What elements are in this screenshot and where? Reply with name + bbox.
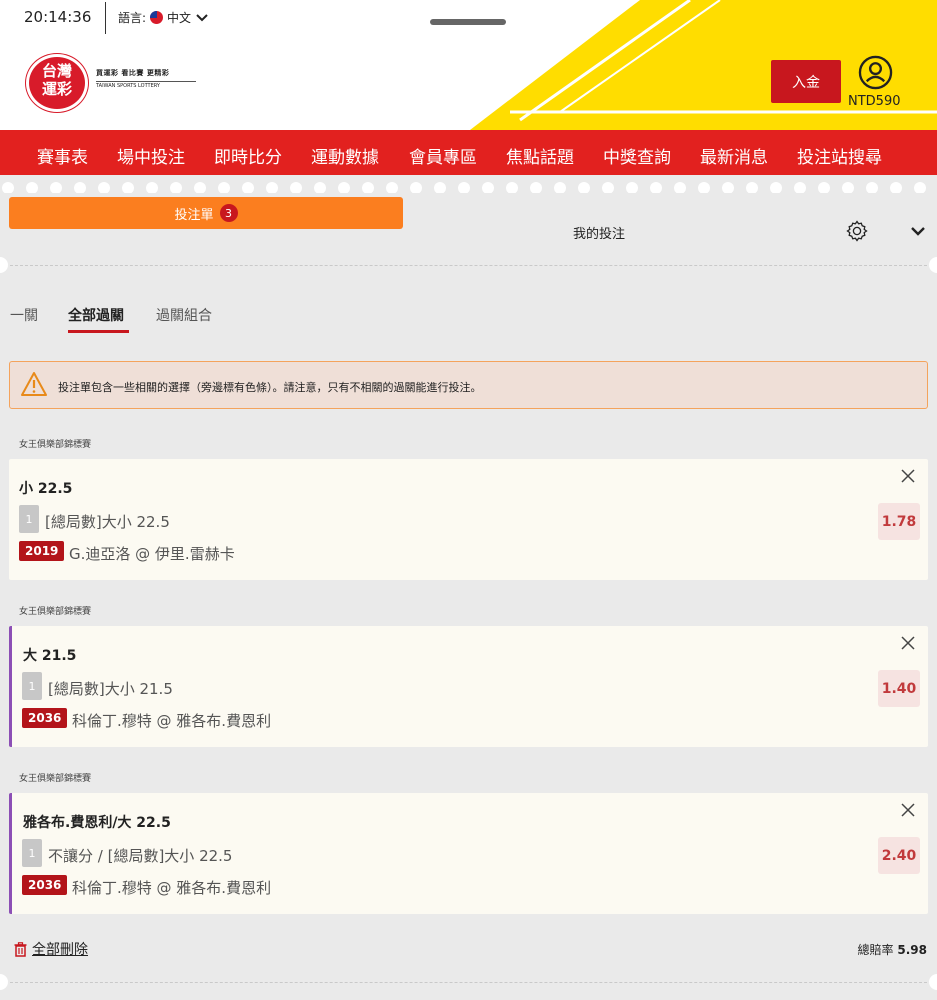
delete-all-label: 全部刪除 <box>32 942 88 958</box>
delete-all-button[interactable]: 全部刪除 <box>14 939 88 959</box>
nav-item-store-search[interactable]: 投注站搜尋 <box>797 143 882 168</box>
league-name: 女王俱樂部錦標賽 <box>19 607 92 617</box>
leg-number: 1 <box>22 839 42 867</box>
status-divider <box>105 2 106 34</box>
active-tab-underline <box>68 330 129 333</box>
tab-all-parlay[interactable]: 全部過關 <box>68 305 124 325</box>
leg-number: 1 <box>19 505 39 533</box>
bet-card: 雅各布.費恩利/大 22.5 1 不讓分 / [總局數]大小 22.5 2036… <box>9 793 928 914</box>
match-teams: 科倫丁.穆特 @ 雅各布.費恩利 <box>72 712 272 730</box>
tab-my-bets[interactable]: 我的投注 <box>573 223 625 242</box>
tab-parlay-combo[interactable]: 過關組合 <box>156 305 212 325</box>
match-teams: G.迪亞洛 @ 伊里.雷赫卡 <box>69 545 235 563</box>
bet-pick: 雅各布.費恩利/大 22.5 <box>23 815 171 831</box>
deposit-button[interactable]: 入金 <box>771 60 841 103</box>
bet-card: 大 21.5 1 [總局數]大小 21.5 2036 科倫丁.穆特 @ 雅各布.… <box>9 626 928 747</box>
match-code-badge: 2036 <box>22 708 68 728</box>
status-time: 20:14:36 <box>24 8 92 26</box>
nav-item-live-score[interactable]: 即時比分 <box>214 143 282 168</box>
leg-number: 1 <box>22 672 42 700</box>
language-selector[interactable]: 語言: 中文 <box>118 9 209 26</box>
match-code-badge: 2036 <box>22 875 68 895</box>
divider <box>0 265 937 266</box>
league-name: 女王俱樂部錦標賽 <box>19 774 92 784</box>
close-icon[interactable] <box>900 635 916 651</box>
close-icon[interactable] <box>900 468 916 484</box>
nav-item-schedule[interactable]: 賽事表 <box>37 143 88 168</box>
bet-market: [總局數]大小 21.5 <box>48 680 173 698</box>
main-nav: 賽事表 場中投注 即時比分 運動數據 會員專區 焦點話題 中獎查詢 最新消息 投… <box>0 130 937 175</box>
odds-value: 2.40 <box>878 837 920 874</box>
bet-market: 不讓分 / [總局數]大小 22.5 <box>48 847 233 865</box>
league-name: 女王俱樂部錦標賽 <box>19 440 92 450</box>
bet-pick: 小 22.5 <box>19 481 73 497</box>
bet-card: 小 22.5 1 [總局數]大小 22.5 2019 G.迪亞洛 @ 伊里.雷赫… <box>9 459 928 580</box>
drag-handle[interactable] <box>430 19 506 25</box>
divider <box>0 982 937 983</box>
notch-right <box>929 257 937 273</box>
notch-left <box>0 974 8 990</box>
account-balance: NTD590 <box>848 94 901 109</box>
match-teams: 科倫丁.穆特 @ 雅各布.費恩利 <box>72 879 272 897</box>
brand-subtitle: TAIWAN SPORTS LOTTERY <box>96 81 196 89</box>
odds-value: 1.40 <box>878 670 920 707</box>
scallop-edge <box>0 175 937 193</box>
nav-item-news[interactable]: 最新消息 <box>700 143 768 168</box>
betslip-panel: 投注單 3 我的投注 一關 全部過關 過關組合 投注單包含一些相關的選擇（旁邊標… <box>0 175 937 1000</box>
tab-betslip-label: 投注單 <box>174 207 214 223</box>
nav-item-member[interactable]: 會員專區 <box>409 143 477 168</box>
nav-item-live-betting[interactable]: 場中投注 <box>117 143 185 168</box>
notch-left <box>0 257 8 273</box>
nav-item-topics[interactable]: 焦點話題 <box>506 143 574 168</box>
language-label: 語言: <box>118 11 147 25</box>
tab-single[interactable]: 一關 <box>10 305 38 325</box>
user-icon[interactable] <box>858 55 893 90</box>
app-header: 20:14:36 語言: 中文 台灣 運彩 買運彩 看比賽 更精彩 TAIWAN … <box>0 0 937 130</box>
trash-icon <box>14 941 27 957</box>
logo-text: 台灣 運彩 <box>41 62 72 98</box>
brand-tagline: 買運彩 看比賽 更精彩 <box>96 69 170 77</box>
betslip-count-badge: 3 <box>219 204 238 222</box>
total-odds: 總賠率 5.98 <box>858 941 927 958</box>
match-code-badge: 2019 <box>19 541 65 561</box>
odds-value: 1.78 <box>878 503 920 540</box>
nav-item-sports-data[interactable]: 運動數據 <box>311 143 379 168</box>
gear-icon[interactable] <box>845 219 869 243</box>
collapse-chevron-icon[interactable] <box>910 223 926 239</box>
warning-icon <box>21 372 47 396</box>
tab-betslip[interactable]: 投注單 3 <box>9 197 403 229</box>
brand-logo[interactable]: 台灣 運彩 <box>26 54 88 112</box>
total-odds-value: 5.98 <box>897 943 927 957</box>
flag-icon <box>150 11 164 24</box>
bet-pick: 大 21.5 <box>23 648 77 664</box>
nav-item-results[interactable]: 中獎查詢 <box>603 143 671 168</box>
related-selection-warning: 投注單包含一些相關的選擇（旁邊標有色條）。請注意，只有不相關的過關能進行投注。 <box>9 361 928 409</box>
close-icon[interactable] <box>900 802 916 818</box>
total-odds-label: 總賠率 <box>857 943 894 957</box>
brand-tagline-block: 買運彩 看比賽 更精彩 TAIWAN SPORTS LOTTERY <box>96 68 206 89</box>
chevron-down-icon <box>196 13 208 21</box>
bet-market: [總局數]大小 22.5 <box>45 513 170 531</box>
warning-text: 投注單包含一些相關的選擇（旁邊標有色條）。請注意，只有不相關的過關能進行投注。 <box>58 381 482 394</box>
notch-right <box>929 974 937 990</box>
language-value: 中文 <box>167 11 192 25</box>
